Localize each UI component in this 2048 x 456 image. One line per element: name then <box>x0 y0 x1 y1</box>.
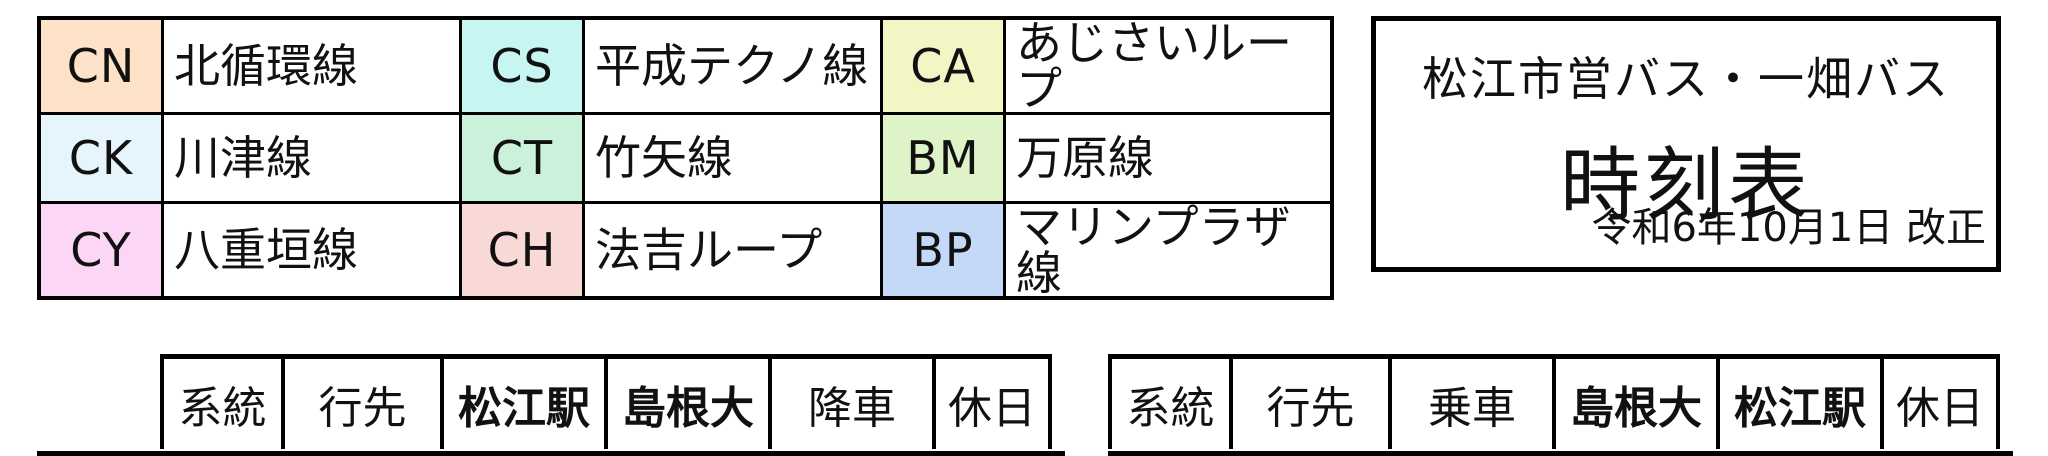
header-stop: 松江駅 <box>440 356 608 449</box>
route-name: 万原線 <box>1003 112 1334 204</box>
route-name: 法吉ループ <box>582 201 883 300</box>
header-destination: 行先 <box>281 356 444 449</box>
route-code: CT <box>459 112 585 204</box>
legend-row: CN 北循環線 CS 平成テクノ線 CA あじさいループ <box>37 16 1334 115</box>
route-code: CY <box>37 201 164 300</box>
outbound-table-header: 系統 行先 松江駅 島根大 降車 休日 <box>160 354 1052 449</box>
legend-row: CK 川津線 CT 竹矢線 BM 万原線 <box>37 112 1334 204</box>
route-code: CN <box>37 16 164 115</box>
header-holiday: 休日 <box>1880 356 2000 449</box>
route-name: 北循環線 <box>161 16 462 115</box>
route-name: 平成テクノ線 <box>582 16 883 115</box>
header-route: 系統 <box>1108 356 1233 449</box>
divider-line <box>160 451 1065 456</box>
route-name: 竹矢線 <box>582 112 883 204</box>
revision-date: 令和6年10月1日 改正 <box>1591 205 1986 251</box>
route-legend: CN 北循環線 CS 平成テクノ線 CA あじさいループ CK 川津線 CT 竹… <box>37 16 1334 300</box>
header-alight: 降車 <box>768 356 936 449</box>
route-code: CA <box>880 16 1006 115</box>
legend-row: CY 八重垣線 CH 法吉ループ BP マリンプラザ線 <box>37 201 1334 300</box>
header-stop: 島根大 <box>1552 356 1720 449</box>
table-header-row: 系統 行先 乗車 島根大 松江駅 休日 <box>1108 356 2000 449</box>
table-header-row: 系統 行先 松江駅 島根大 降車 休日 <box>160 356 1052 449</box>
header-board: 乗車 <box>1388 356 1556 449</box>
divider-line <box>1108 451 2013 456</box>
route-name: あじさいループ <box>1003 16 1334 115</box>
route-name: マリンプラザ線 <box>1003 201 1334 300</box>
route-code: CS <box>459 16 585 115</box>
route-code: CK <box>37 112 164 204</box>
header-route: 系統 <box>160 356 285 449</box>
title-box: 松江市営バス・一畑バス 時刻表 令和6年10月1日 改正 <box>1371 16 2001 272</box>
route-name: 八重垣線 <box>161 201 462 300</box>
route-code: CH <box>459 201 585 300</box>
operator-name: 松江市営バス・一畑バス <box>1422 52 1950 106</box>
route-code: BM <box>880 112 1006 204</box>
route-code: BP <box>880 201 1006 300</box>
inbound-table-header: 系統 行先 乗車 島根大 松江駅 休日 <box>1108 354 2000 449</box>
header-holiday: 休日 <box>932 356 1052 449</box>
route-name: 川津線 <box>161 112 462 204</box>
header-stop: 松江駅 <box>1716 356 1884 449</box>
header-destination: 行先 <box>1229 356 1392 449</box>
header-stop: 島根大 <box>604 356 772 449</box>
divider-line <box>37 451 164 456</box>
